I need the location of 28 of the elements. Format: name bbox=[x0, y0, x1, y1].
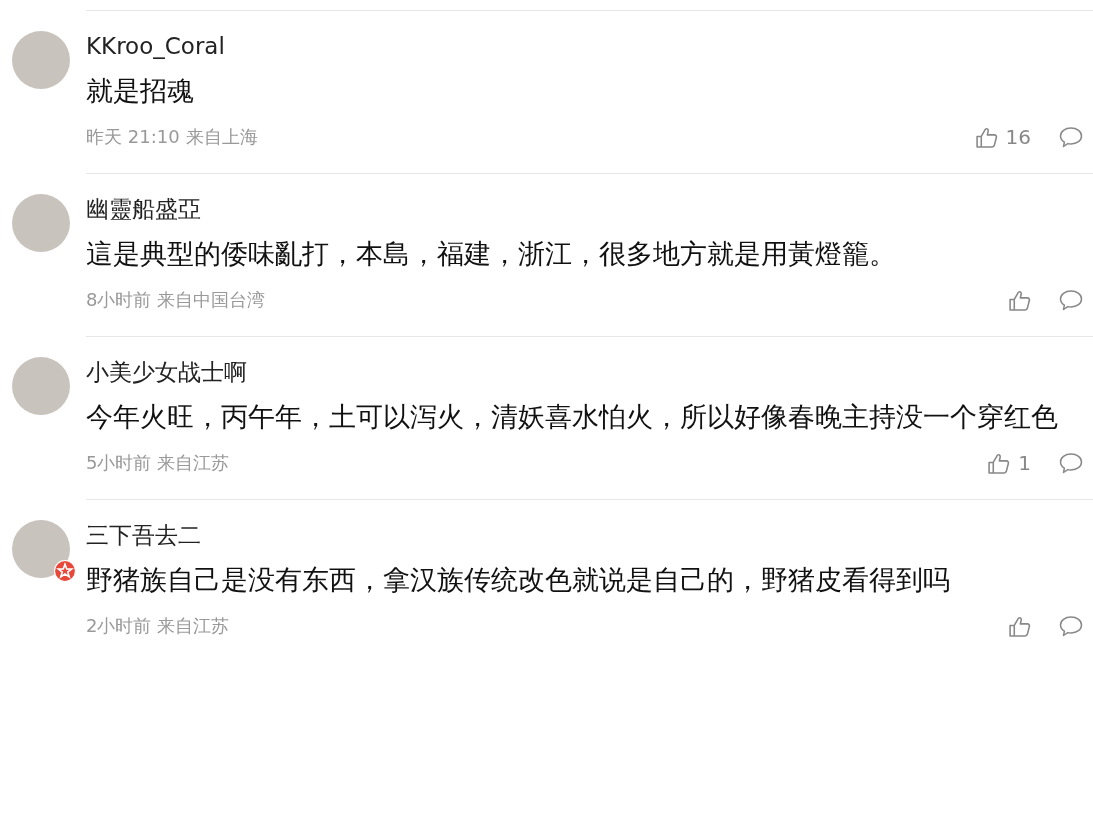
thumbs-up-icon[interactable] bbox=[1008, 288, 1031, 312]
comment-icon[interactable] bbox=[1059, 289, 1083, 311]
comment-time: 2小时前 bbox=[86, 614, 152, 638]
comment-text: 就是招魂 bbox=[86, 74, 195, 108]
comment-icon[interactable] bbox=[1059, 615, 1083, 637]
thumbs-up-icon[interactable] bbox=[1008, 614, 1031, 638]
comment-time: 8小时前 bbox=[86, 288, 152, 312]
username[interactable]: 三下吾去二 bbox=[86, 518, 1083, 552]
comment-icon[interactable] bbox=[1059, 126, 1083, 148]
comment-text: 野猪族自己是没有东西，拿汉族传统改色就说是自己的，野猪皮看得到吗 bbox=[86, 563, 951, 597]
username[interactable]: 幽靈船盛亞 bbox=[86, 192, 1083, 226]
comment-location: 来自江苏 bbox=[157, 614, 230, 638]
thumbs-up-icon[interactable] bbox=[974, 125, 998, 149]
like-count: 1 bbox=[1018, 451, 1031, 475]
verified-badge-icon bbox=[54, 560, 76, 582]
comment-text: 這是典型的倭味亂打，本島，福建，浙江，很多地方就是用黃燈籠。 bbox=[86, 237, 897, 271]
avatar[interactable] bbox=[12, 520, 70, 578]
comment-location: 来自江苏 bbox=[157, 451, 230, 475]
comment-location: 来自中国台湾 bbox=[157, 288, 266, 312]
comment-location: 来自上海 bbox=[185, 125, 258, 149]
thumbs-up-icon[interactable] bbox=[987, 451, 1011, 475]
comment-text: 今年火旺，丙午年，土可以泻火，清妖喜水怕火，所以好像春晚主持没一个穿红色 bbox=[86, 400, 1059, 434]
comment-icon[interactable] bbox=[1059, 452, 1083, 474]
username[interactable]: KKroo_Coral bbox=[86, 29, 1083, 63]
like-count: 16 bbox=[1005, 125, 1031, 149]
comment-time: 昨天 21:10 bbox=[86, 125, 180, 149]
comment-time: 5小时前 bbox=[86, 451, 152, 475]
username[interactable]: 小美少女战士啊 bbox=[86, 355, 1083, 389]
